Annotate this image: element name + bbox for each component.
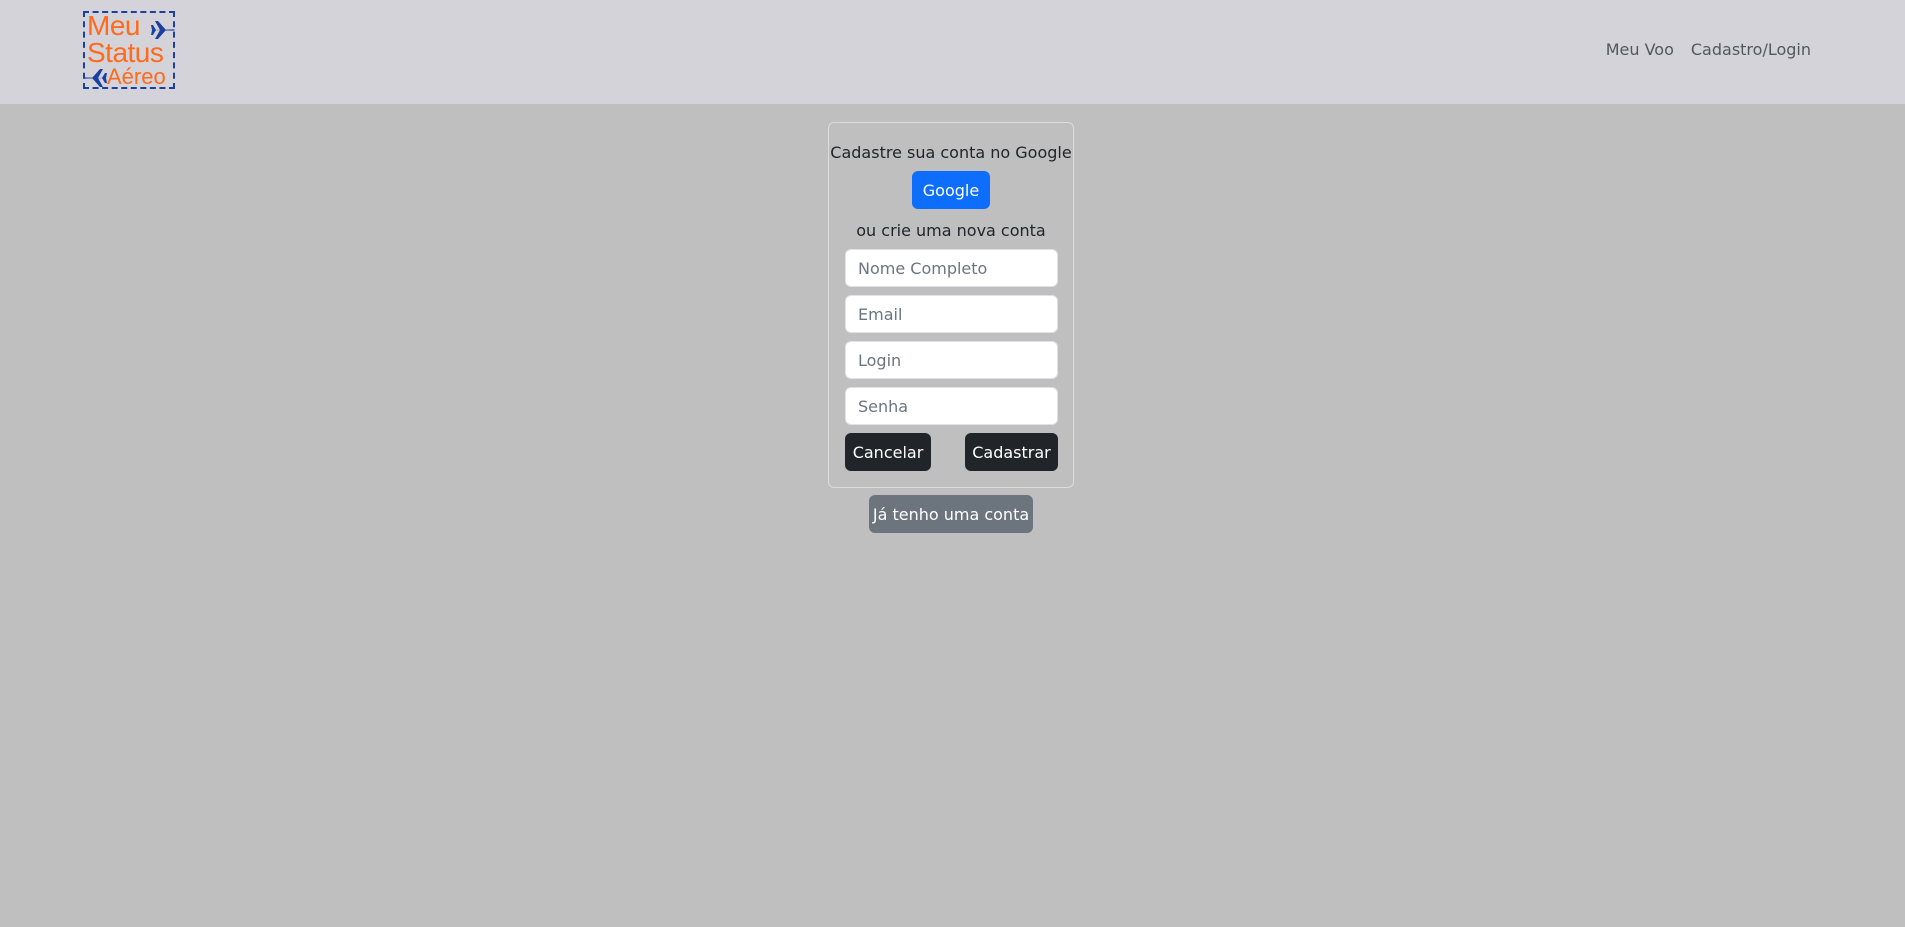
signup-card: Cadastre sua conta no Google Google ou c… [828, 122, 1074, 488]
nav-links: Meu Voo Cadastro/Login [1606, 40, 1811, 59]
google-signup-button[interactable]: Google [912, 171, 990, 209]
login-input[interactable] [845, 341, 1058, 379]
new-account-prompt: ou crie uma nova conta [856, 221, 1046, 240]
nav-link-cadastro-login[interactable]: Cadastro/Login [1691, 40, 1811, 59]
email-input[interactable] [845, 295, 1058, 333]
cancel-button[interactable]: Cancelar [845, 433, 931, 471]
logo-text-line3: Aéreo [107, 64, 166, 89]
have-account-button[interactable]: Já tenho uma conta [869, 495, 1033, 533]
full-name-input[interactable] [845, 249, 1058, 287]
logo-text-line1: Meu [87, 10, 140, 41]
logo[interactable]: Meu Status Aéreo [83, 11, 175, 89]
google-signup-prompt: Cadastre sua conta no Google [830, 143, 1072, 162]
register-button[interactable]: Cadastrar [965, 433, 1058, 471]
nav-link-meu-voo[interactable]: Meu Voo [1606, 40, 1674, 59]
airplane-icon [83, 69, 107, 87]
navbar: Meu Status Aéreo Meu Voo Cadastro/Login [0, 0, 1905, 104]
logo-text-line2: Status [87, 37, 164, 68]
password-input[interactable] [845, 387, 1058, 425]
